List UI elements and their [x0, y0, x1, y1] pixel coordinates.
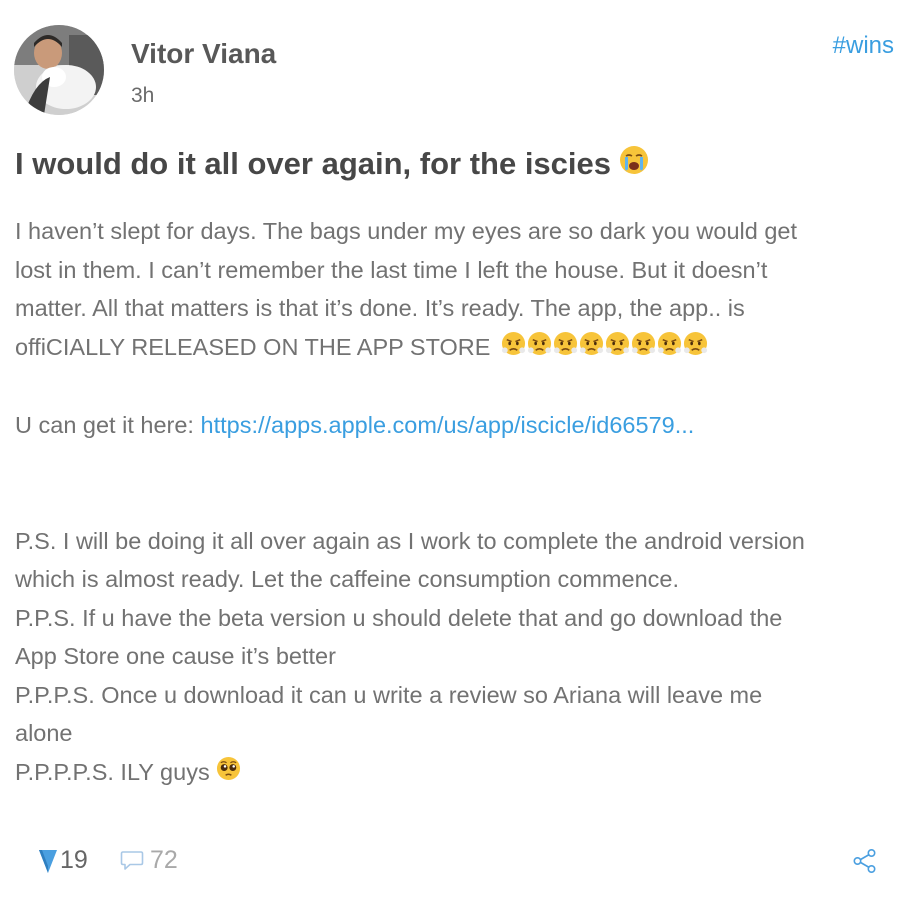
link-prefix: U can get it here: — [15, 412, 201, 439]
face-with-steam-icon — [579, 329, 604, 368]
post-body: I haven’t slept for days. The bags under… — [15, 212, 895, 793]
body-line-release: offiCIALLY RELEASED ON THE APP STORE — [15, 328, 895, 368]
steam-face-emoji-row — [501, 329, 709, 368]
body-line: App Store one cause it’s better — [15, 643, 336, 670]
share-icon — [853, 848, 876, 873]
body-line: P.P.S. If u have the beta version u shou… — [15, 604, 783, 631]
comments-button[interactable]: 72 — [120, 846, 178, 875]
face-with-steam-icon — [631, 329, 656, 368]
post-timestamp: 3h — [131, 84, 155, 107]
body-line: matter. All that matters is that it’s do… — [15, 295, 745, 321]
body-line-text: offiCIALLY RELEASED ON THE APP STORE — [15, 333, 491, 360]
vote-count: 19 — [60, 846, 88, 874]
face-with-steam-icon — [683, 329, 708, 368]
body-line-ily: P.P.P.P.S. ILY guys — [15, 753, 895, 793]
body-line: P.P.P.S. Once u download it can u write … — [15, 681, 763, 708]
body-line: which is almost ready. Let the caffeine … — [15, 566, 679, 593]
upvote-triangle-icon — [39, 849, 57, 873]
avatar-photo — [14, 25, 104, 115]
face-with-steam-icon — [657, 329, 682, 368]
pleading-face-icon — [216, 754, 241, 793]
comment-count: 72 — [150, 846, 178, 874]
hashtag-link[interactable]: #wins — [833, 32, 894, 60]
loudly-crying-face-icon — [619, 145, 649, 183]
face-with-steam-icon — [527, 329, 552, 368]
share-button[interactable] — [852, 848, 878, 879]
upvote-button[interactable]: 19 — [38, 846, 88, 875]
body-line: lost in them. I can’t remember the last … — [15, 256, 768, 283]
author-name[interactable]: Vitor Viana — [131, 38, 276, 70]
post-footer: 19 72 — [38, 846, 878, 882]
body-line: P.S. I will be doing it all over again a… — [15, 527, 805, 554]
avatar[interactable] — [14, 25, 104, 115]
face-with-steam-icon — [553, 329, 578, 368]
body-line: alone — [15, 720, 73, 747]
body-line-text: P.P.P.P.S. ILY guys — [15, 758, 210, 785]
comment-bubble-icon — [120, 850, 144, 870]
post-title-text: I would do it all over again, for the is… — [15, 146, 612, 181]
body-line: I haven’t slept for days. The bags under… — [15, 218, 798, 244]
face-with-steam-icon — [605, 329, 630, 368]
post-title: I would do it all over again, for the is… — [15, 145, 649, 183]
body-line-link: U can get it here: https://apps.apple.co… — [15, 406, 895, 445]
app-store-link[interactable]: https://apps.apple.com/us/app/iscicle/id… — [201, 412, 695, 438]
face-with-steam-icon — [501, 329, 526, 368]
